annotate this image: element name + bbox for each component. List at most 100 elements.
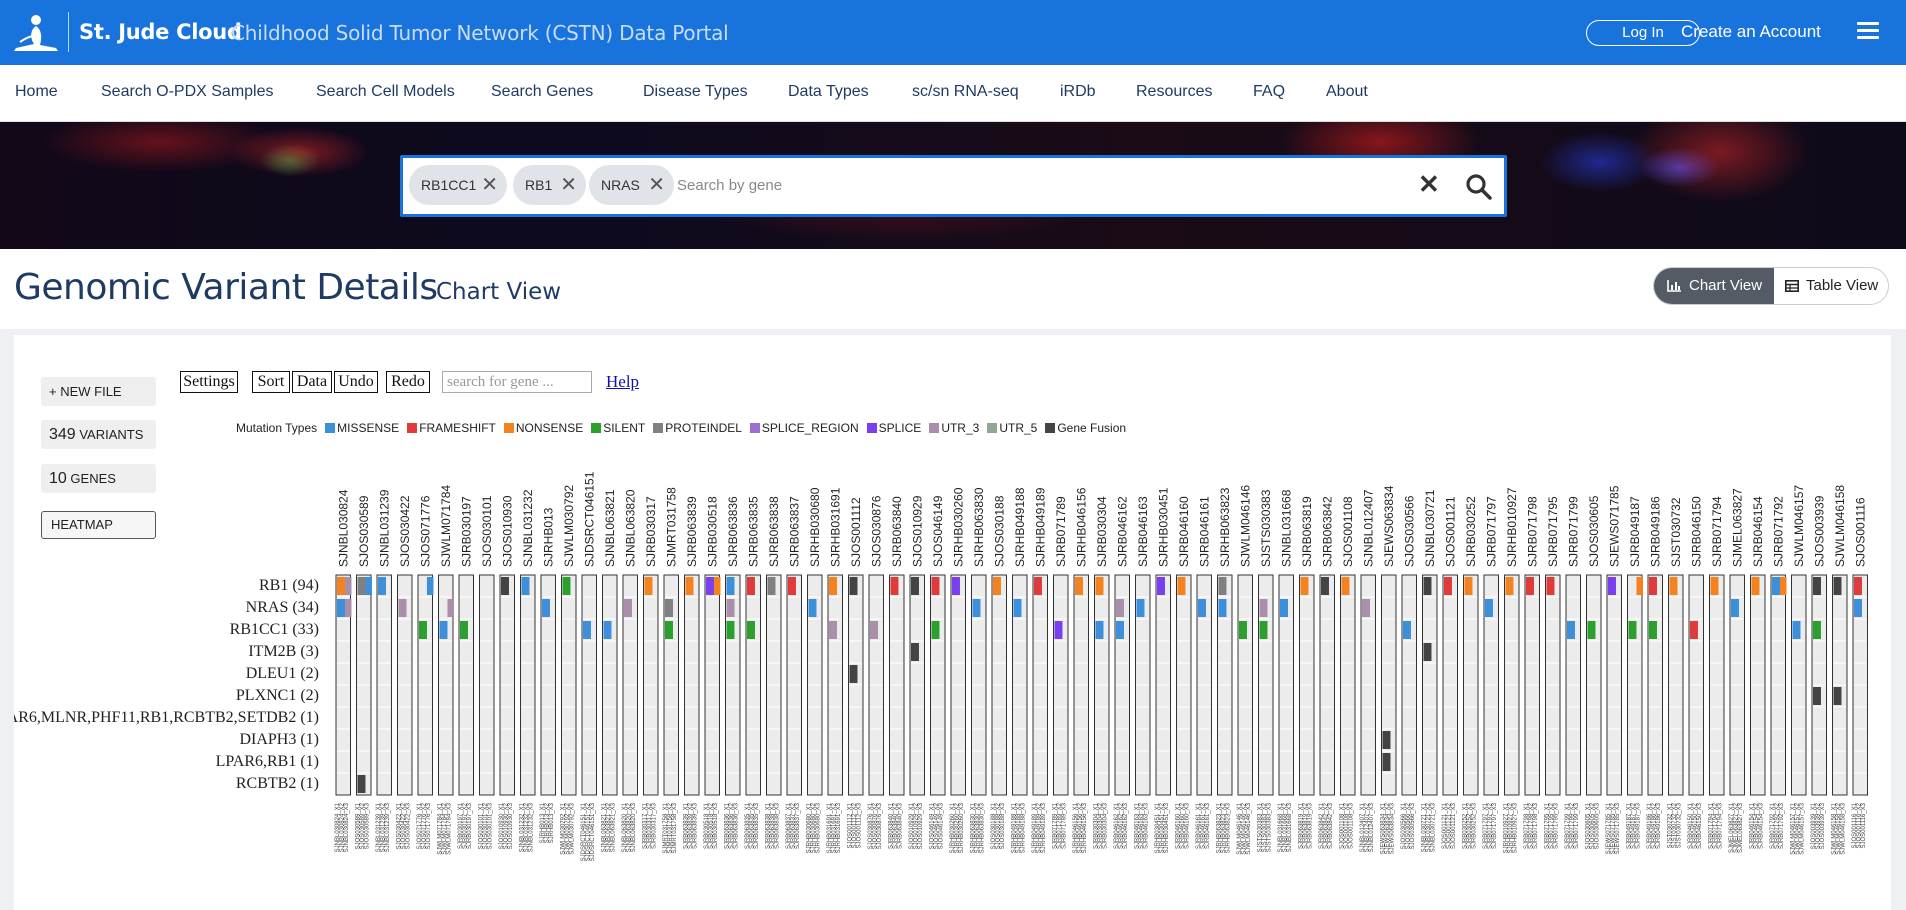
mutation-cell [1567, 621, 1575, 639]
nav-irdb[interactable]: iRDb [1060, 83, 1096, 101]
mutation-cell [1218, 577, 1227, 595]
mutation-cell [747, 577, 755, 595]
view-toggle: Chart View Table View [1653, 267, 1889, 305]
sample-sublabel: SJMEL063827_X3 [1738, 802, 1744, 853]
mutation-cell [1813, 621, 1821, 639]
sample-sublabel: SJOS010929_X3 [918, 802, 924, 849]
gene-row-label: PLXNC1 (2) [236, 687, 319, 704]
sample-label: SJRB046150 [1689, 496, 1703, 567]
nav-resources[interactable]: Resources [1136, 83, 1212, 101]
sample-sublabel: SJOS030422_X3 [406, 802, 412, 849]
nav-about[interactable]: About [1326, 83, 1368, 101]
nav-search-opdx-samples[interactable]: Search O-PDX Samples [101, 83, 274, 101]
logo-divider [68, 12, 69, 52]
mutation-cell [1382, 753, 1391, 771]
remove-chip-icon[interactable]: ✕ [648, 165, 665, 205]
mutation-cell [521, 577, 530, 595]
gene-chip-rb1cc1[interactable]: RB1CC1 ✕ [409, 165, 507, 205]
sample-sublabel: SJOS001108_X3 [1349, 802, 1355, 849]
chart-view-button[interactable]: Chart View [1654, 268, 1774, 304]
mutation-cell [337, 599, 345, 617]
mutation-cell [767, 577, 776, 595]
sample-sublabel: SJRB071799_X3 [1574, 802, 1580, 849]
bar-chart-icon [1667, 280, 1681, 292]
st-jude-logo-icon[interactable] [10, 12, 62, 52]
nav-disease-types[interactable]: Disease Types [643, 83, 748, 101]
portal-name[interactable]: Childhood Solid Tumor Network (CSTN) Dat… [231, 21, 729, 45]
sample-label: SJRB030317 [644, 496, 658, 567]
sample-sublabel: SJEWS071785_X3 [1615, 802, 1621, 854]
mutation-cell [972, 599, 981, 617]
remove-chip-icon[interactable]: ✕ [481, 165, 498, 205]
sample-sublabel: SJDSRCT046151_X3 [590, 802, 596, 861]
nav-search-genes[interactable]: Search Genes [491, 83, 593, 101]
sample-label: SJRB071797 [1484, 496, 1498, 567]
gene-chip-nras[interactable]: NRAS ✕ [589, 165, 674, 205]
top-header: St. Jude Cloud Childhood Solid Tumor Net… [0, 0, 1906, 65]
sample-sublabel: SJOS030589_X3 [365, 802, 371, 849]
sample-label: SJRB071792 [1771, 496, 1785, 567]
sample-label: SJRHB063830 [972, 487, 986, 567]
sample-label: SJRB063842 [1320, 496, 1334, 567]
sample-label: SJNBL030721 [1423, 489, 1437, 567]
sample-sublabel: SJNBL031668_X3 [1287, 802, 1293, 852]
gene-row-label: AR6,MLNR,PHF11,RB1,RCBTB2,SETDB2 (1) [14, 709, 319, 726]
mutation-cell [460, 621, 468, 639]
sample-label: SJRB046162 [1115, 496, 1129, 567]
mutation-cell [1636, 577, 1643, 595]
sample-sublabel: SJRHB063823_X3 [1226, 802, 1232, 853]
sample-label: SJRB063838 [767, 496, 781, 567]
search-icon[interactable] [1465, 173, 1493, 201]
nav-sc-sn-rna-seq[interactable]: sc/sn RNA-seq [912, 83, 1019, 101]
mutation-cell [829, 621, 837, 639]
nav-search-cell-models[interactable]: Search Cell Models [316, 83, 455, 101]
mutation-cell [1751, 577, 1760, 595]
sample-label: SJRB063839 [685, 496, 699, 567]
brand-name[interactable]: St. Jude Cloud [79, 20, 242, 44]
mutation-cell [1321, 577, 1329, 595]
mutation-cell [1505, 577, 1514, 595]
sample-label: SJRB071798 [1525, 496, 1539, 567]
clear-search-icon[interactable]: ✕ [1418, 169, 1440, 200]
sample-sublabel: SJOS010930_X3 [508, 802, 514, 849]
sample-sublabel: SJOS030876_X3 [877, 802, 883, 849]
table-view-button[interactable]: Table View [1774, 268, 1888, 304]
sample-label: SJMRT031758 [664, 487, 678, 567]
mutation-cell [1854, 599, 1862, 617]
sample-sublabel: SJRHB063830_X3 [980, 802, 986, 853]
sample-label: SJRB030304 [1095, 496, 1109, 567]
sample-sublabel: SJRHB046156_X3 [1082, 802, 1088, 853]
oncoprint-chart[interactable]: RB1 (94) NRAS (34) RB1CC1 (33) ITM2B (3) DLE… [14, 335, 1891, 910]
sample-label: SJRHB013 [541, 507, 555, 567]
mutation-cell [1608, 577, 1616, 595]
sample-label: SJRHB049189 [1033, 487, 1047, 567]
mutation-cell [1792, 621, 1801, 639]
mutation-cell [952, 577, 960, 595]
nav-home[interactable]: Home [15, 83, 58, 101]
gene-search-box[interactable]: RB1CC1 ✕ RB1 ✕ NRAS ✕ ✕ [400, 155, 1507, 217]
gene-search-input[interactable] [677, 172, 1277, 198]
sample-label: SJRB071799 [1566, 496, 1580, 567]
nav-data-types[interactable]: Data Types [788, 83, 869, 101]
mutation-cell [1546, 577, 1555, 595]
sample-label: SJOS030188 [992, 495, 1006, 567]
mutation-cell [378, 577, 386, 595]
sample-label: SJRB046154 [1751, 496, 1765, 567]
sample-sublabel: SJRB063838_X3 [775, 802, 781, 849]
gene-chip-rb1[interactable]: RB1 ✕ [513, 165, 586, 205]
sample-label: SJRB046160 [1177, 496, 1191, 567]
mutation-cell [1772, 577, 1780, 595]
sample-label: SJRB049187 [1628, 496, 1642, 567]
mutation-cell [426, 577, 434, 595]
sample-sublabel: SJRB063842_X3 [1328, 802, 1334, 849]
sample-label: SJRHB031691 [828, 487, 842, 567]
mutation-cell [1362, 599, 1370, 617]
sample-sublabel: SJRHB013_X3 [549, 802, 555, 843]
sample-sublabel: SJOS001112_X3 [857, 802, 863, 848]
oncoprint-panel: + NEW FILE 349 VARIANTS 10 GENES HEATMAP… [14, 335, 1891, 910]
nav-faq[interactable]: FAQ [1253, 83, 1285, 101]
remove-chip-icon[interactable]: ✕ [560, 165, 577, 205]
hamburger-menu-icon[interactable] [1857, 22, 1879, 40]
create-account-link[interactable]: Create an Account [1681, 22, 1821, 42]
sample-label: SJOS001121 [1443, 496, 1457, 567]
